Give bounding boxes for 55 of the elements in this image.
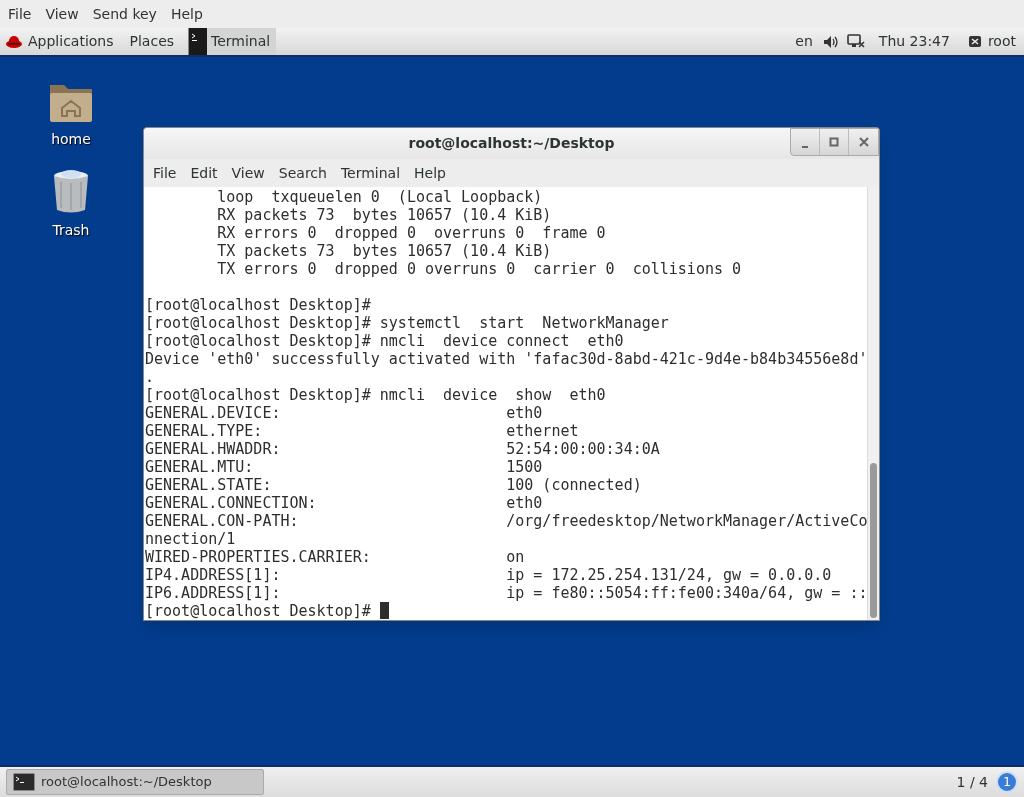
menu-item[interactable]: Search (271, 159, 334, 187)
menu-item[interactable]: View (224, 159, 272, 187)
terminal-line: GENERAL.STATE: 100 (connected) (145, 476, 642, 494)
applications-menu[interactable]: Applications (0, 28, 124, 55)
scrollbar[interactable] (867, 187, 879, 620)
menu-item[interactable]: File (146, 159, 184, 187)
terminal-line: TX errors 0 dropped 0 overruns 0 carrier 0 collisions 0 (216, 260, 742, 278)
menu-item[interactable]: Help (164, 0, 209, 28)
terminal-line: IP6.ADDRESS[1]: ip = fe80::5054:ff:fe00:340a/64, gw = :: (145, 584, 868, 602)
notification-badge[interactable]: 1 (996, 771, 1018, 793)
terminal-line: [root@localhost Desktop]# nmcli device connect eth0 (145, 332, 624, 350)
terminal-line: GENERAL.MTU: 1500 (145, 458, 543, 476)
terminal-line: nnection/1 (145, 530, 236, 548)
workspace-indicator[interactable]: 1 / 4 (948, 771, 996, 793)
minimize-icon (802, 146, 808, 148)
terminal-line: [root@localhost Desktop]# (145, 296, 371, 314)
language-indicator[interactable]: en (789, 31, 819, 52)
terminal-line: GENERAL.CON-PATH: /org/freedesktop/NetworkManager/ActiveCo (145, 512, 868, 530)
cursor (379, 602, 389, 619)
menu-item[interactable]: Help (407, 159, 453, 187)
terminal-line: GENERAL.HWADDR: 52:54:00:00:34:0A (145, 440, 660, 458)
terminal-line: [root@localhost Desktop]# (145, 602, 372, 620)
window-list-button[interactable]: root@localhost:~/Desktop (6, 769, 264, 795)
terminal-line: GENERAL.TYPE: ethernet (145, 422, 579, 440)
window-title: root@localhost:~/Desktop (408, 134, 615, 153)
hat-icon (6, 34, 22, 49)
terminal-line: loop txqueuelen 0 (Local Loopback) (216, 188, 543, 206)
terminal-task-button[interactable]: Terminal (188, 28, 277, 55)
menu-item[interactable]: Terminal (333, 159, 408, 187)
user-icon (967, 35, 982, 48)
places-menu[interactable]: Places (123, 28, 181, 55)
user-menu[interactable]: root (959, 31, 1024, 52)
close-icon (858, 137, 869, 147)
maximize-icon (829, 137, 839, 147)
terminal-line: WIRED-PROPERTIES.CARRIER: on (145, 548, 525, 566)
terminal-icon (189, 28, 208, 55)
terminal-line: RX errors 0 dropped 0 overruns 0 frame 0 (216, 224, 606, 242)
menu-item[interactable]: File (2, 0, 38, 28)
menu-item[interactable]: View (39, 0, 85, 28)
terminal-line: [root@localhost Desktop]# systemctl start NetworkManager (145, 314, 669, 332)
terminal-line: Device 'eth0' successfully activated with 'fafac30d-8abd-421c-9d4e-b84b34556e8d' (145, 350, 868, 368)
terminal-line: TX packets 73 bytes 10657 (10.4 KiB) (216, 242, 552, 260)
trash-icon (51, 168, 91, 214)
terminal-line: GENERAL.DEVICE: eth0 (145, 404, 543, 422)
menu-item[interactable]: Edit (183, 159, 225, 187)
desktop-icon-label[interactable]: Trash (52, 220, 90, 241)
terminal-line: . (145, 368, 155, 386)
desktop-icon-label[interactable]: home (51, 129, 91, 150)
terminal-line: GENERAL.CONNECTION: eth0 (145, 494, 543, 512)
terminal-line: RX packets 73 bytes 10657 (10.4 KiB) (216, 206, 552, 224)
terminal-line: IP4.ADDRESS[1]: ip = 172.25.254.131/24, gw = 0.0.0.0 (145, 566, 832, 584)
menu-item[interactable]: Send key (86, 0, 163, 28)
terminal-icon (13, 773, 35, 791)
terminal-line: [root@localhost Desktop]# nmcli device show eth0 (145, 386, 606, 404)
clock[interactable]: Thu 23:47 (868, 31, 960, 52)
